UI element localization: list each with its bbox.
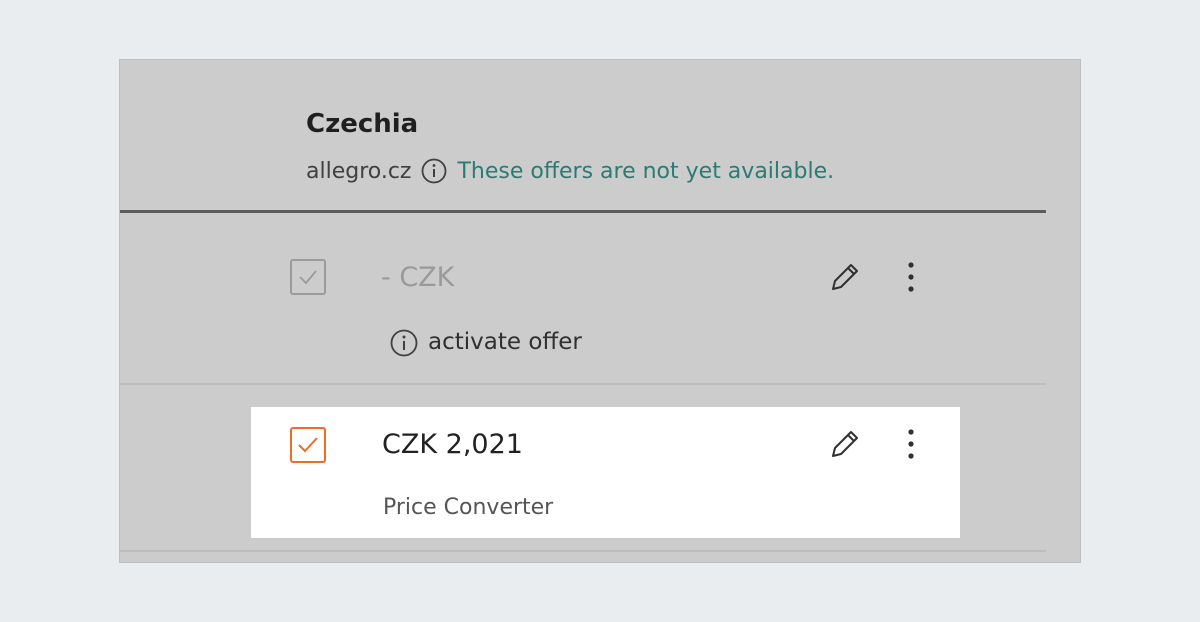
info-icon [390, 329, 418, 357]
marketplace-name: allegro.cz [306, 158, 412, 184]
offer-price: CZK 2,021 [382, 429, 523, 460]
pencil-icon[interactable] [827, 259, 863, 295]
availability-notice: These offers are not yet available. [457, 158, 835, 184]
price-source-label: Price Converter [383, 495, 554, 520]
info-icon[interactable] [421, 158, 447, 184]
country-offers-panel: Czechia allegro.cz These offers are not … [120, 60, 1080, 562]
more-vertical-icon[interactable] [893, 426, 929, 462]
row-divider [120, 550, 1046, 552]
offer-checkbox[interactable] [290, 427, 326, 463]
row-divider [120, 383, 1046, 385]
activate-offer-label: activate offer [428, 329, 582, 355]
more-vertical-icon[interactable] [893, 259, 929, 295]
pencil-icon[interactable] [827, 426, 863, 462]
activate-offer-link[interactable]: activate offer [390, 326, 582, 358]
offer-price: - CZK [381, 262, 455, 293]
header-divider [120, 210, 1046, 213]
offer-card-active: CZK 2,021 Price Converter [251, 407, 960, 538]
offer-checkbox[interactable] [290, 259, 326, 295]
country-title: Czechia [306, 109, 419, 139]
marketplace-line: allegro.cz These offers are not yet avai… [306, 155, 834, 187]
